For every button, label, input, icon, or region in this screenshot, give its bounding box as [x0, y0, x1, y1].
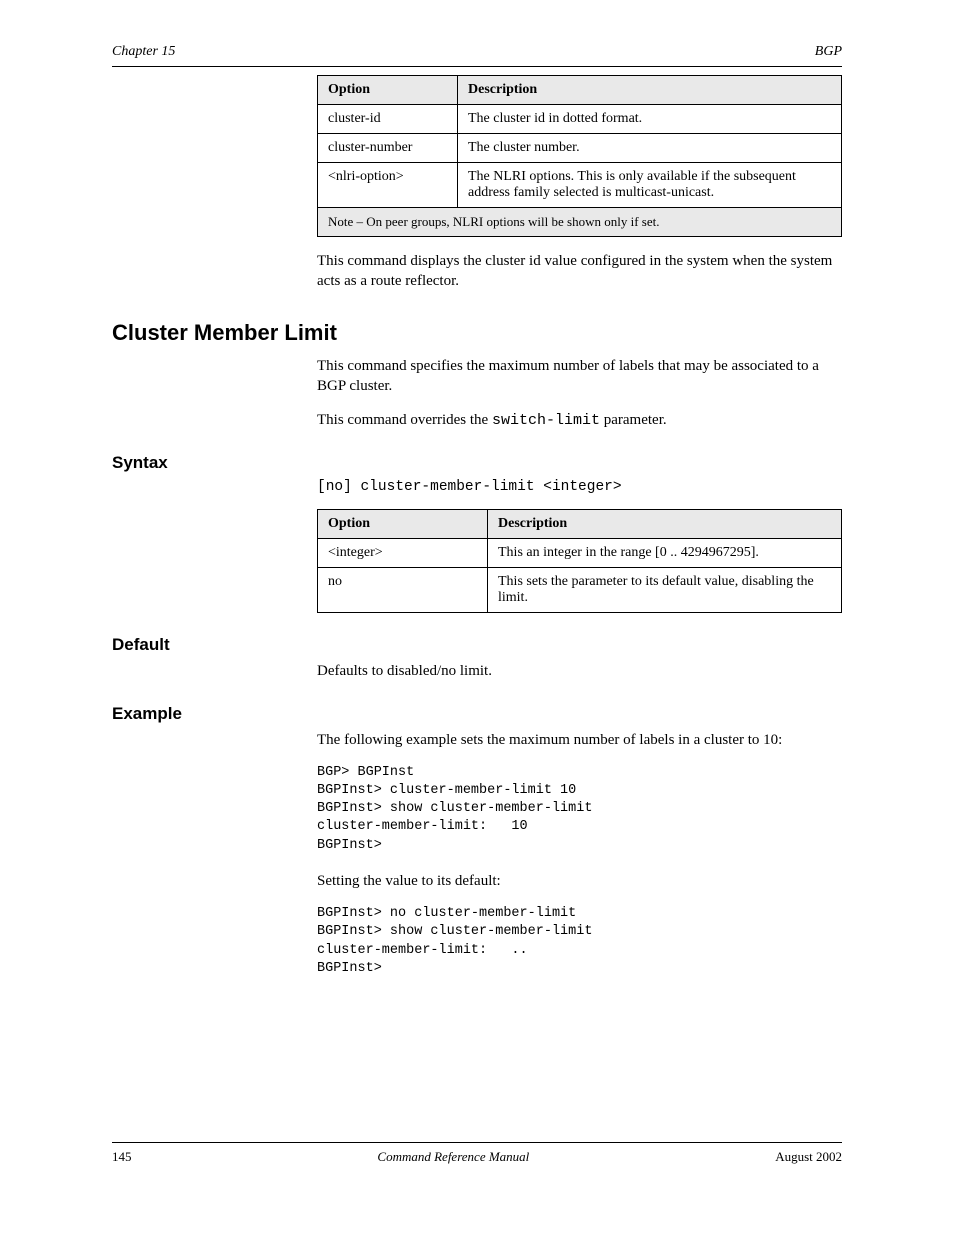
- options-table-cluster-id: Option Description cluster-id The cluste…: [317, 75, 842, 237]
- col-description: Description: [488, 510, 842, 539]
- options-table-cml: Option Description <integer> This an int…: [317, 509, 842, 613]
- footer-doc-title: Command Reference Manual: [377, 1149, 529, 1165]
- heading-syntax: Syntax: [112, 453, 842, 473]
- paragraph-default: Defaults to disabled/no limit.: [317, 661, 842, 681]
- table-row: <nlri-option> The NLRI options. This is …: [318, 163, 842, 208]
- table-row: cluster-number The cluster number.: [318, 134, 842, 163]
- paragraph-cml-1: This command specifies the maximum numbe…: [317, 356, 842, 397]
- heading-default: Default: [112, 635, 842, 655]
- paragraph-show-cluster: This command displays the cluster id val…: [317, 251, 842, 292]
- table-row: cluster-id The cluster id in dotted form…: [318, 105, 842, 134]
- col-option: Option: [318, 76, 458, 105]
- syntax-line: [no] cluster-member-limit <integer>: [317, 479, 842, 495]
- paragraph-cml-2: This command overrides the switch-limit …: [317, 410, 842, 431]
- table-header-row: Option Description: [318, 76, 842, 105]
- example-block-2: BGPInst> no cluster-member-limit BGPInst…: [317, 905, 842, 978]
- paragraph-example-intro: The following example sets the maximum n…: [317, 730, 842, 750]
- heading-example: Example: [112, 704, 842, 724]
- page-footer: 145 Command Reference Manual August 2002: [112, 1142, 842, 1165]
- top-rule: [112, 66, 842, 67]
- heading-cluster-member-limit: Cluster Member Limit: [112, 320, 842, 346]
- example-block-1: BGP> BGPInst BGPInst> cluster-member-lim…: [317, 764, 842, 855]
- table-note-row: Note – On peer groups, NLRI options will…: [318, 208, 842, 237]
- col-option: Option: [318, 510, 488, 539]
- paragraph-set-default: Setting the value to its default:: [317, 871, 842, 891]
- running-head-left: Chapter 15: [112, 44, 175, 60]
- table-header-row: Option Description: [318, 510, 842, 539]
- footer-date: August 2002: [775, 1149, 842, 1165]
- table-row: <integer> This an integer in the range […: [318, 539, 842, 568]
- col-description: Description: [458, 76, 842, 105]
- footer-page-number: 145: [112, 1149, 132, 1165]
- running-head-right: BGP: [815, 44, 842, 60]
- table-row: no This sets the parameter to its defaul…: [318, 568, 842, 613]
